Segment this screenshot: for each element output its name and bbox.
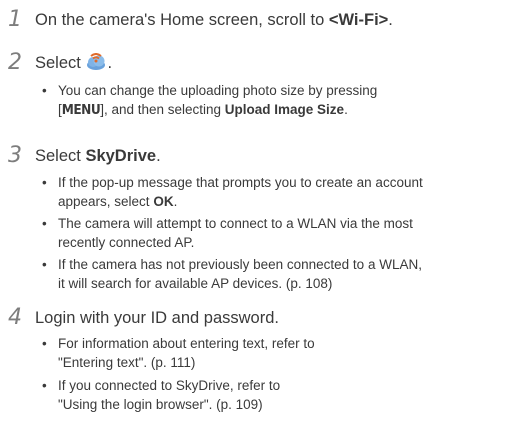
list-item: • If you connected to SkyDrive, refer to …	[42, 378, 281, 412]
list-item: • For information about entering text, re…	[42, 336, 315, 370]
step-heading: Login with your ID and password.	[35, 309, 279, 327]
list-item: • You can change the uploading photo size…	[42, 83, 378, 118]
step-heading: Select SkyDrive.	[35, 147, 161, 165]
button-name: OK	[153, 194, 174, 209]
step-number: 2	[8, 50, 22, 75]
bullet-list: • If the pop-up message that prompts you …	[42, 173, 508, 293]
bullet-list: • For information about entering text, re…	[42, 334, 508, 414]
step-heading: On the camera's Home screen, scroll to <…	[35, 11, 393, 29]
list-item: • If the camera has not previously been c…	[42, 257, 422, 291]
step-number: 1	[8, 7, 22, 32]
menu-key: MENU	[61, 102, 101, 118]
option-name: Upload Image Size	[224, 102, 345, 117]
bullet-list: • You can change the uploading photo size…	[42, 81, 508, 120]
page: { "steps": [ { "number": "1", "text_befo…	[0, 0, 516, 444]
wifi-cloud-icon	[85, 53, 107, 71]
service-name: SkyDrive	[85, 147, 157, 165]
list-item: • The camera will attempt to connect to a…	[42, 216, 413, 250]
menu-name: <Wi-Fi>	[328, 11, 389, 29]
list-item: • If the pop-up message that prompts you …	[42, 175, 423, 209]
step-number: 4	[8, 305, 22, 330]
step-number: 3	[8, 143, 22, 168]
step-heading: Select .	[35, 53, 113, 72]
